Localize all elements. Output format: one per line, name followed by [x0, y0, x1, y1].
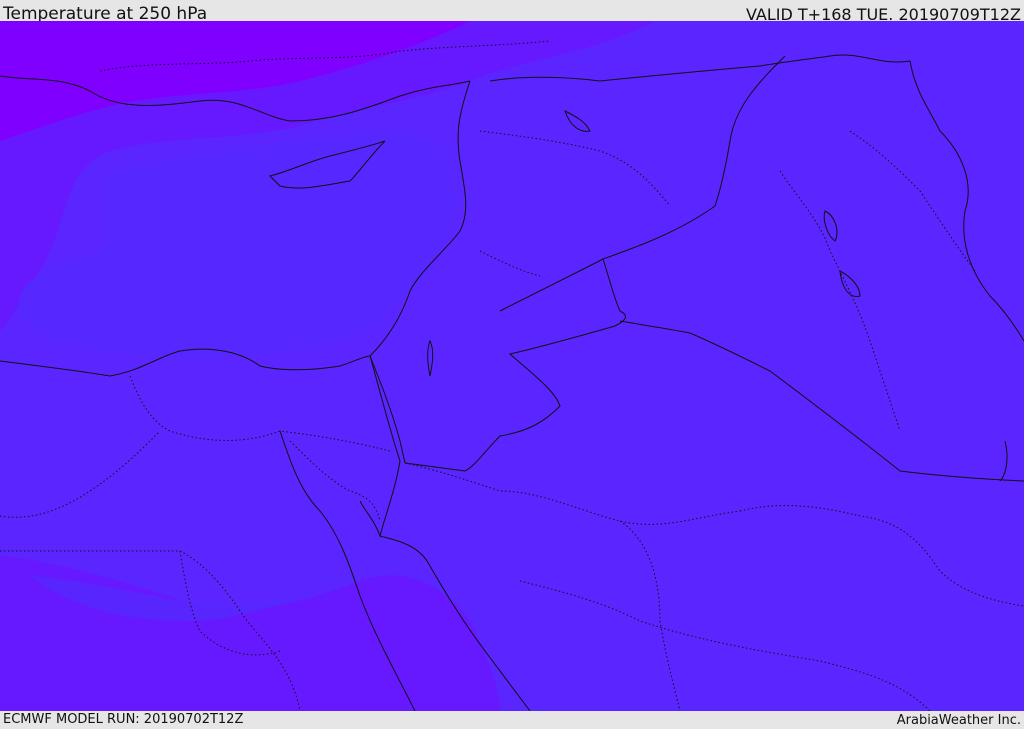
- map-canvas: [0, 21, 1024, 711]
- map-footer: ECMWF MODEL RUN: 20190702T12Z ArabiaWeat…: [0, 711, 1024, 729]
- map-header: Temperature at 250 hPa VALID T+168 TUE. …: [0, 0, 1024, 24]
- weather-map[interactable]: [0, 21, 1024, 711]
- credit-label: ArabiaWeather Inc.: [896, 713, 1021, 728]
- model-run-label: ECMWF MODEL RUN: 20190702T12Z: [3, 712, 244, 727]
